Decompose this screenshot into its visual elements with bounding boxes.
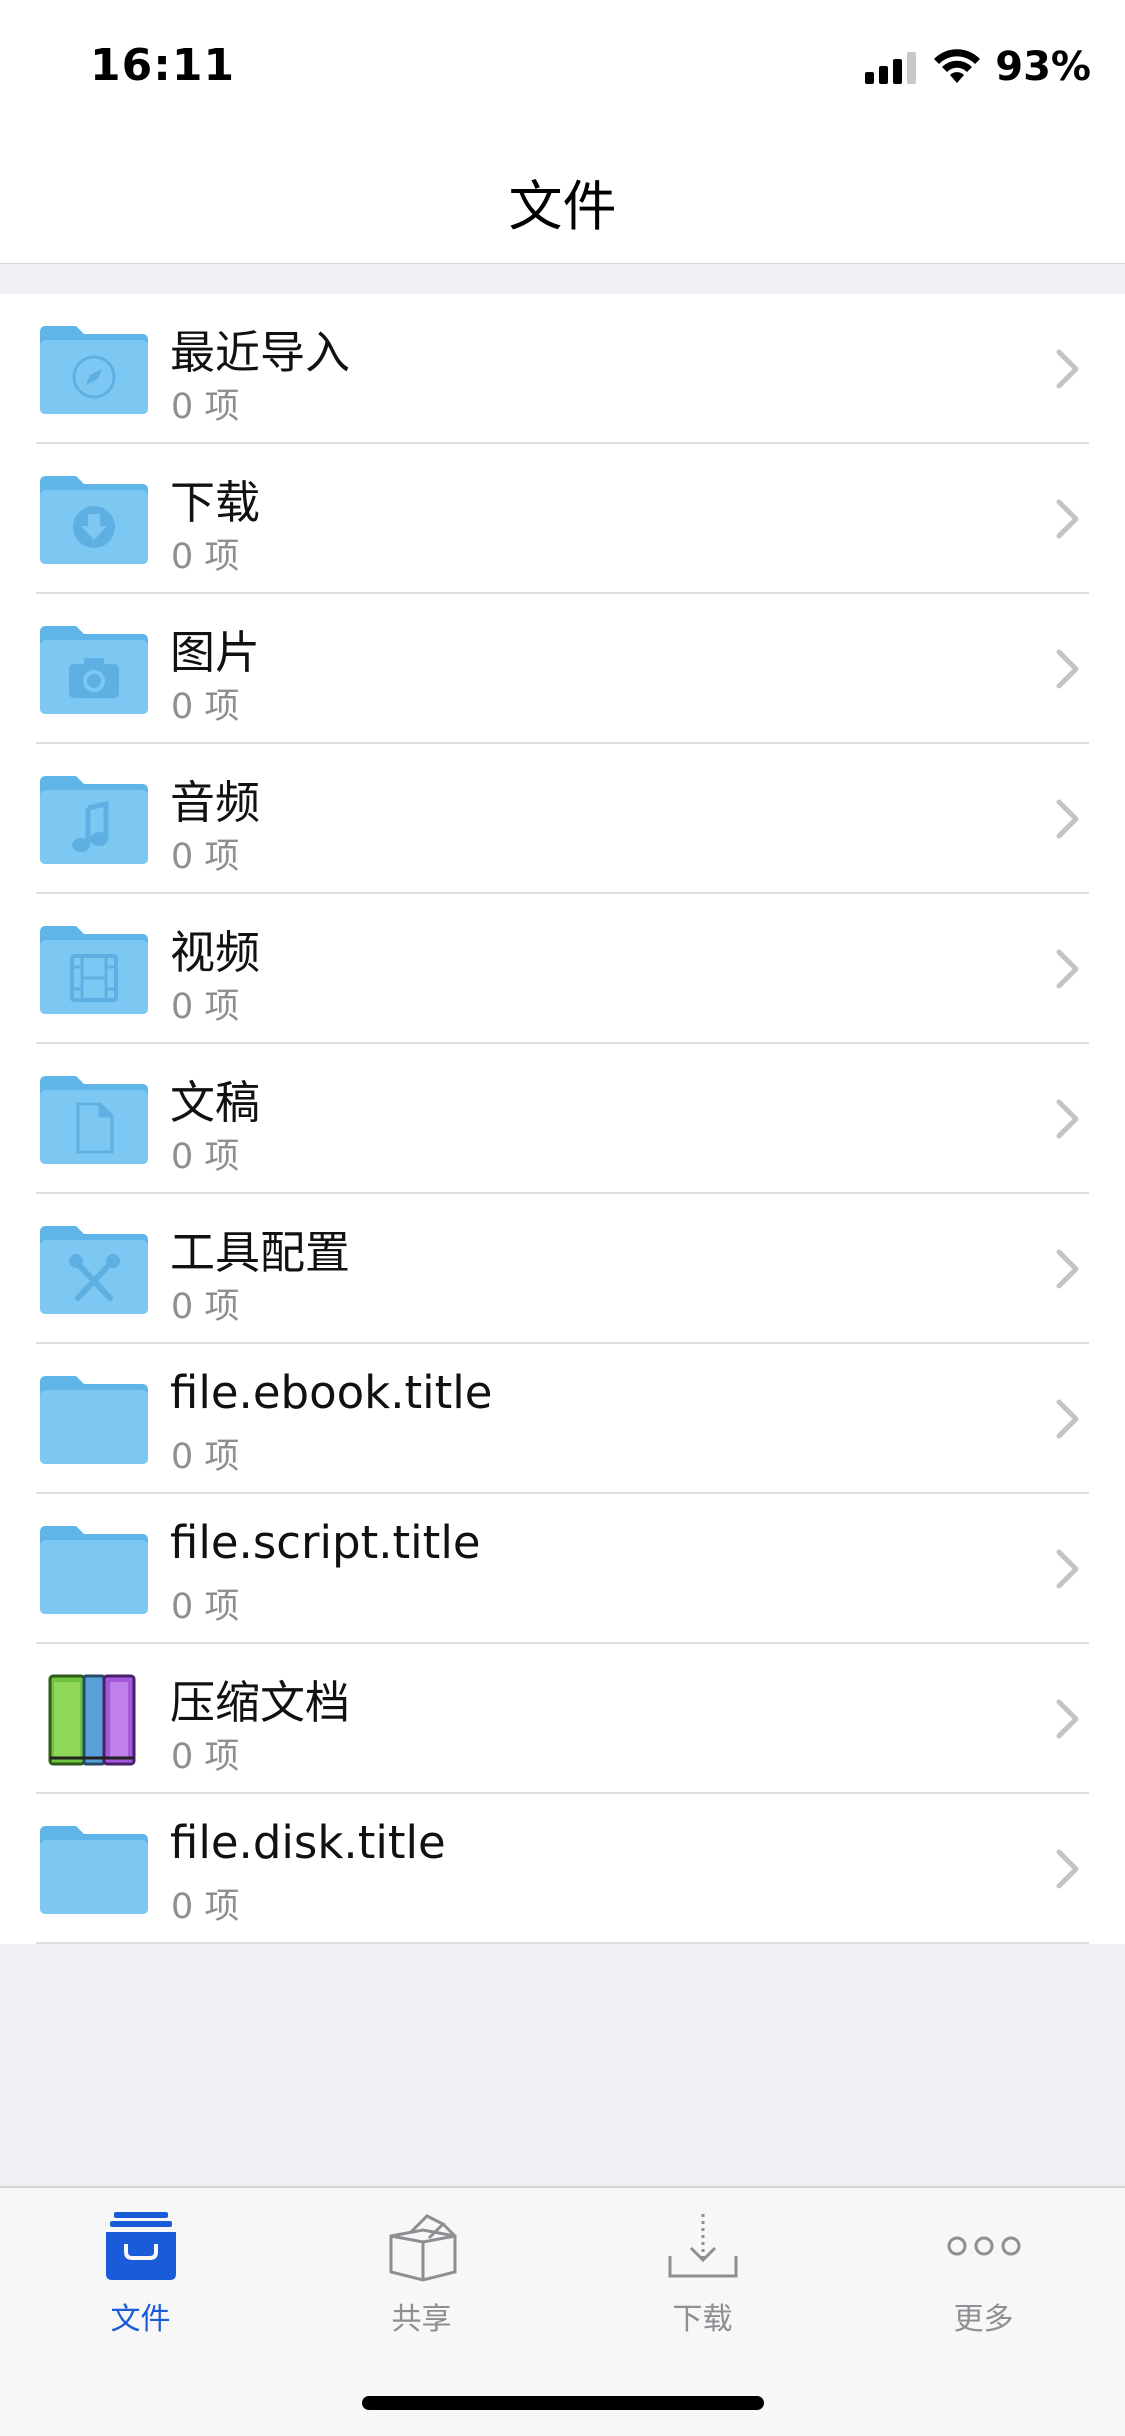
folder-icon [40,1376,148,1464]
row-item-count: 0 项 [171,837,240,877]
folder-list: 最近导入 0 项 下载 0 项 图片 0 项 音频 0 项 视频 0 项 文稿 … [0,294,1125,1944]
chevron-right-icon [1056,1699,1079,1739]
wifi-icon [934,49,981,83]
tab-label: 更多 [953,2302,1014,2337]
folder-row-disk[interactable]: file.disk.title 0 项 [0,1794,1125,1944]
navigation-bar: 文件 [0,132,1125,264]
row-title: 下载 [170,476,261,529]
document-folder-icon [40,1076,148,1164]
row-item-count: 0 项 [171,537,240,577]
folder-row-pictures[interactable]: 图片 0 项 [0,594,1125,744]
row-item-count: 0 项 [171,1887,240,1927]
tab-files[interactable]: 文件 [0,2188,281,2348]
folder-row-recent-imports[interactable]: 最近导入 0 项 [0,294,1125,444]
compass-folder-icon [40,326,148,414]
row-item-count: 0 项 [171,687,240,727]
folder-row-video[interactable]: 视频 0 项 [0,894,1125,1044]
chevron-right-icon [1056,1549,1079,1589]
row-item-count: 0 项 [171,387,240,427]
music-folder-icon [40,776,148,864]
folder-icon [40,1526,148,1614]
tab-share[interactable]: 共享 [281,2188,562,2348]
share-box-icon [389,2214,456,2282]
row-title: 工具配置 [170,1226,351,1279]
camera-folder-icon [40,626,148,714]
folder-row-documents[interactable]: 文稿 0 项 [0,1044,1125,1194]
tab-label: 下载 [672,2302,733,2337]
folder-row-downloads[interactable]: 下载 0 项 [0,444,1125,594]
download-tray-icon [668,2214,737,2278]
cellular-signal-icon [865,52,917,84]
chevron-right-icon [1056,1099,1079,1139]
row-item-count: 0 项 [171,1737,240,1777]
row-item-count: 0 项 [171,1287,240,1327]
files-tray-icon [105,2212,176,2280]
folder-row-script[interactable]: file.script.title 0 项 [0,1494,1125,1644]
row-title: file.disk.title [170,1816,446,1869]
tab-downloads[interactable]: 下载 [562,2188,843,2348]
archive-books-icon [48,1674,136,1766]
row-title: 视频 [170,926,261,979]
folder-row-audio[interactable]: 音频 0 项 [0,744,1125,894]
row-title: 音频 [170,776,261,829]
chevron-right-icon [1056,649,1079,689]
battery-percent: 93% [995,44,1091,90]
row-title: 图片 [170,626,261,679]
row-item-count: 0 项 [171,1437,240,1477]
folder-icon [40,1826,148,1914]
tab-label: 共享 [391,2302,452,2337]
download-folder-icon [40,476,148,564]
row-item-count: 0 项 [171,1137,240,1177]
tab-label: 文件 [110,2302,171,2337]
page-title: 文件 [508,175,617,238]
status-time: 16:11 [90,40,236,91]
folder-row-tool-config[interactable]: 工具配置 0 项 [0,1194,1125,1344]
tools-folder-icon [40,1226,148,1314]
film-folder-icon [40,926,148,1014]
row-title: file.ebook.title [170,1366,493,1419]
row-item-count: 0 项 [171,1587,240,1627]
folder-row-ebook[interactable]: file.ebook.title 0 项 [0,1344,1125,1494]
chevron-right-icon [1056,499,1079,539]
row-title: 文稿 [170,1076,261,1129]
chevron-right-icon [1056,1249,1079,1289]
chevron-right-icon [1056,1849,1079,1889]
home-indicator[interactable] [362,2396,764,2410]
row-divider [36,1942,1089,1944]
row-title: file.script.title [170,1516,481,1569]
status-bar: 16:11 93% [0,0,1125,132]
screen: 16:11 93% 文件 最近导入 0 项 下载 0 项 图片 0 项 音频 0… [0,0,1125,2436]
more-dots-icon [947,2236,1020,2256]
row-item-count: 0 项 [171,987,240,1027]
row-title: 压缩文档 [170,1676,351,1729]
row-title: 最近导入 [170,326,351,379]
chevron-right-icon [1056,1399,1079,1439]
folder-row-archives[interactable]: 压缩文档 0 项 [0,1644,1125,1794]
status-icons: 93% [865,44,1091,90]
chevron-right-icon [1056,349,1079,389]
chevron-right-icon [1056,949,1079,989]
tab-more[interactable]: 更多 [843,2188,1124,2348]
chevron-right-icon [1056,799,1079,839]
